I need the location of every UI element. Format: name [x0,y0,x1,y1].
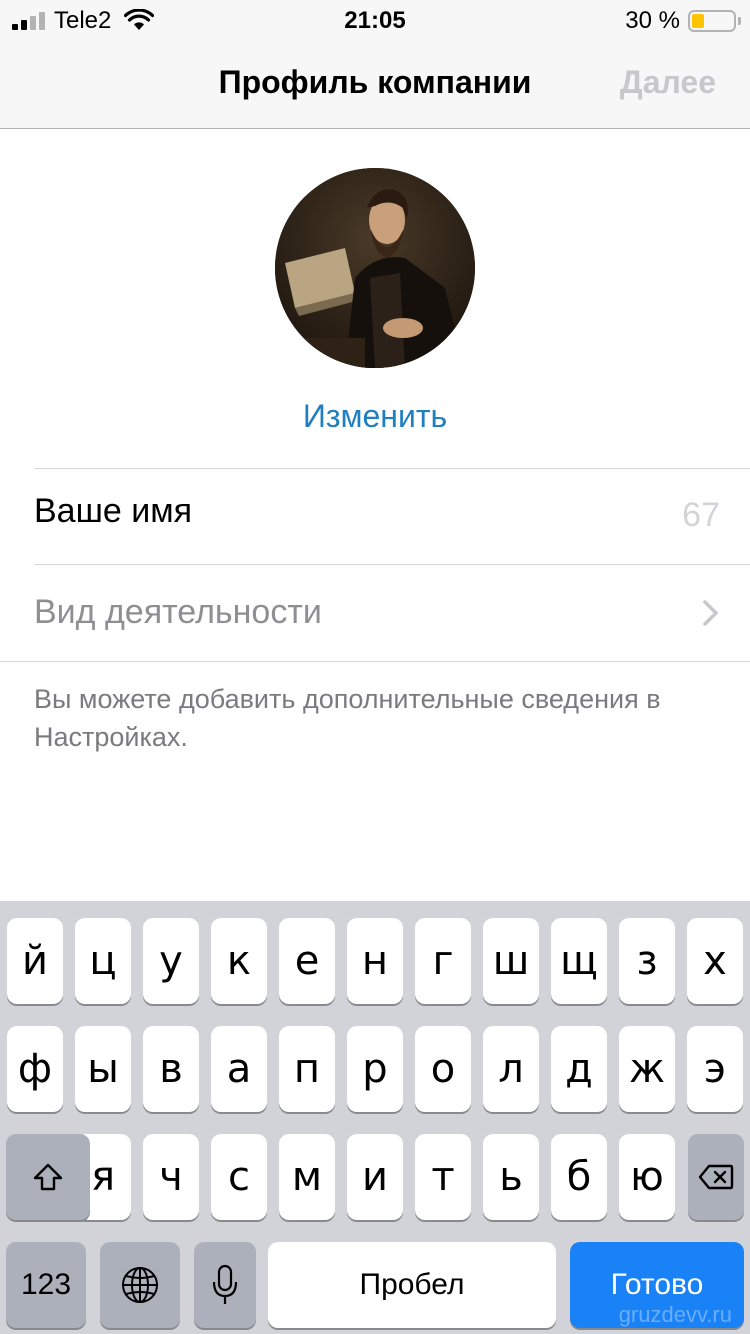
settings-hint-text: Вы можете добавить дополнительные сведен… [34,684,661,752]
status-bar: Tele2 21:05 30 % [0,0,750,40]
portrait-image [275,168,475,368]
next-button[interactable]: Далее [620,64,716,101]
battery-percentage: 30 % [625,7,680,34]
keyboard: йцукенгшщзх фывапролджэ ячсмитьбю 123 Пр… [0,901,750,1334]
key-т[interactable]: т [415,1134,471,1220]
change-photo-link[interactable]: Изменить [0,398,750,435]
key-у[interactable]: у [143,918,199,1004]
battery-icon [688,10,736,32]
key-м[interactable]: м [279,1134,335,1220]
navigation-bar: Профиль компании Далее [0,40,750,129]
key-ф[interactable]: ф [7,1026,63,1112]
key-к[interactable]: к [211,918,267,1004]
battery-fill [692,14,704,28]
key-з[interactable]: з [619,918,675,1004]
numbers-key[interactable]: 123 [6,1242,86,1328]
backspace-key[interactable] [688,1134,744,1220]
activity-type-label: Вид деятельности [34,593,322,631]
key-ь[interactable]: ь [483,1134,539,1220]
key-щ[interactable]: щ [551,918,607,1004]
key-е[interactable]: е [279,918,335,1004]
space-key[interactable]: Пробел [268,1242,556,1328]
key-г[interactable]: г [415,918,471,1004]
globe-icon [122,1267,158,1303]
backspace-icon [698,1164,734,1190]
company-avatar[interactable] [275,168,475,368]
key-с[interactable]: с [211,1134,267,1220]
key-ш[interactable]: ш [483,918,539,1004]
key-б[interactable]: б [551,1134,607,1220]
key-а[interactable]: а [211,1026,267,1112]
key-й[interactable]: й [7,918,63,1004]
activity-type-row[interactable]: Вид деятельности [0,565,750,661]
watermark: gruzdevv.ru [618,1302,732,1327]
key-х[interactable]: х [687,918,743,1004]
key-д[interactable]: д [551,1026,607,1112]
key-р[interactable]: р [347,1026,403,1112]
battery-tip [738,17,741,25]
shift-key[interactable] [6,1134,90,1220]
shift-icon [33,1163,63,1191]
key-о[interactable]: о [415,1026,471,1112]
key-в[interactable]: в [143,1026,199,1112]
divider [0,661,750,662]
character-counter: 67 [682,496,720,534]
key-э[interactable]: э [687,1026,743,1112]
key-ю[interactable]: ю [619,1134,675,1220]
key-л[interactable]: л [483,1026,539,1112]
key-и[interactable]: и [347,1134,403,1220]
key-н[interactable]: н [347,918,403,1004]
dictation-key[interactable] [194,1242,256,1328]
microphone-icon [212,1264,238,1304]
key-п[interactable]: п [279,1026,335,1112]
globe-key[interactable] [100,1242,180,1328]
divider [34,468,750,469]
chevron-right-icon [703,600,718,626]
key-ч[interactable]: ч [143,1134,199,1220]
key-ж[interactable]: ж [619,1026,675,1112]
company-name-input[interactable] [34,492,634,531]
key-ц[interactable]: ц [75,918,131,1004]
key-ы[interactable]: ы [75,1026,131,1112]
